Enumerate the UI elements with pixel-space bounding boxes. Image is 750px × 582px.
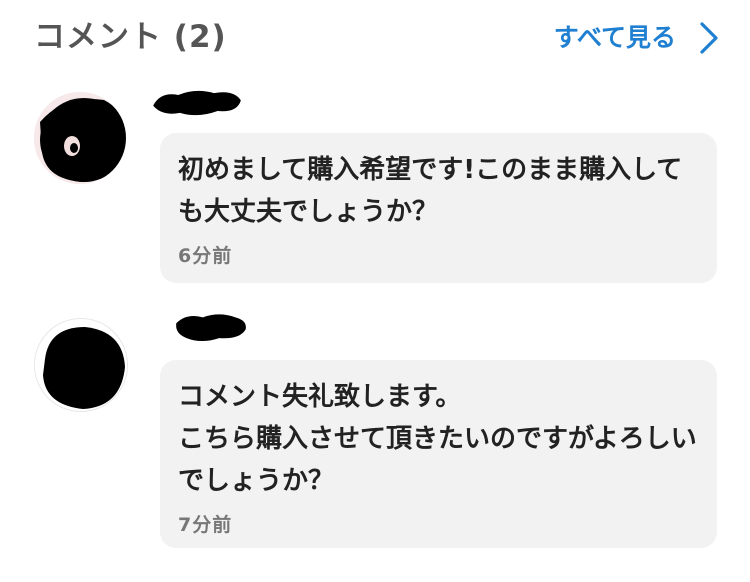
avatar[interactable] [34,318,128,412]
comment-time: 6分前 [178,245,233,267]
username-redacted [176,314,246,342]
chevron-right-icon [698,21,720,55]
comment-time: 7分前 [178,514,233,536]
comment-bubble: 初めまして購入希望です!このまま購入しても大丈夫でしょうか？ 6分前 [160,133,717,283]
see-all-label: すべて見る [553,23,676,52]
comments-header: コメント (2) すべて見る [0,0,750,78]
comment-text: コメント失礼致します。 こちら購入させて頂きたいのですがよろしいでしょうか？ [178,382,697,496]
comment-bubble: コメント失礼致します。 こちら購入させて頂きたいのですがよろしいでしょうか？ 7… [160,360,717,548]
username-redacted [153,90,241,116]
see-all-link[interactable]: すべて見る [554,18,720,58]
avatar[interactable] [34,92,126,184]
comment-text: 初めまして購入希望です!このまま購入しても大丈夫でしょうか？ [178,155,683,227]
comments-title: コメント (2) [34,19,227,55]
